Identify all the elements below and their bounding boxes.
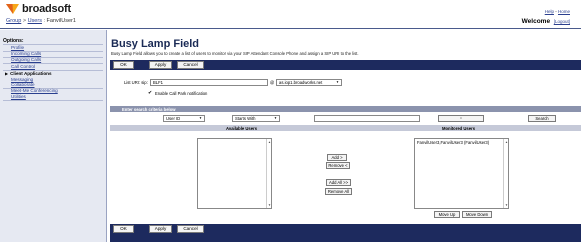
sidebar-divider [3,100,103,101]
scroll-down-icon[interactable]: ▼ [267,203,272,207]
sidebar-item-collaborate[interactable]: Collaborate [11,82,35,87]
at-sign: @ [270,80,275,85]
add-button[interactable]: Add > [327,154,347,161]
sidebar-item-meet-me-conferencing[interactable]: Meet-Me Conferencing [11,88,58,93]
search-options-button[interactable]: • [438,115,484,122]
list-uri-label: List URI: sip: [124,80,148,85]
available-users-listbox[interactable]: ▲ ▼ [197,138,272,209]
header-divider [0,28,581,29]
breadcrumb-separator: : [43,18,46,24]
available-users-label: Available Users [226,126,258,131]
help-link[interactable]: Help [545,9,554,14]
sidebar-item-outgoing-calls[interactable]: Outgoing Calls [11,57,41,62]
search-button[interactable]: Search [528,115,556,122]
list-uri-input[interactable]: BLF1 [150,79,268,86]
ok-button-top[interactable]: OK [113,61,134,69]
move-down-button[interactable]: Move Down [462,211,492,218]
search-header-label: Enter search criteria below [122,107,176,112]
checkbox-check-icon[interactable]: ✔ [148,90,152,96]
sidebar-item-client-applications[interactable]: Client Applications [5,71,51,76]
users-header-band [110,125,581,131]
footer-band [110,234,581,242]
logo-text: broadsoft [22,3,71,15]
breadcrumb-group[interactable]: Group [6,18,21,24]
add-all-button[interactable]: Add All >> [326,179,351,186]
cancel-button-bottom[interactable]: Cancel [177,225,204,233]
enable-call-park-label: Enable Call Park notification [155,91,208,96]
apply-button-bottom[interactable]: Apply [149,225,172,233]
monitored-users-scrollbar[interactable]: ▲ ▼ [503,139,508,208]
scroll-up-icon[interactable]: ▲ [267,140,272,144]
breadcrumb: Group > Users : FanvilUser1 [6,18,76,24]
search-mode-select[interactable]: Starts With [232,115,280,122]
move-up-button[interactable]: Move Up [434,211,460,218]
home-link[interactable]: Home [558,9,570,14]
scroll-down-icon[interactable]: ▼ [504,203,509,207]
welcome-label: Welcome [521,18,551,25]
welcome-area: Welcome [Logout] [522,18,570,25]
remove-all-button[interactable]: Remove All [325,188,352,195]
header-links: Help - Home [544,9,570,14]
remove-button[interactable]: Remove < [326,162,350,169]
search-header-band [110,106,581,112]
logo-mark-icon [5,3,20,15]
search-input[interactable] [314,115,420,122]
monitored-user-item[interactable]: FanvilUser3,FanvilUser3 (FanvilUser3) [415,139,508,146]
monitored-users-listbox[interactable]: FanvilUser3,FanvilUser3 (FanvilUser3) ▲ … [414,138,509,209]
search-field-select[interactable]: User ID [163,115,205,122]
domain-select[interactable]: as.iop1.broadworks.net [276,79,342,86]
breadcrumb-current-user: FanvilUser1 [46,18,76,24]
sidebar-item-call-control[interactable]: Call Control [11,64,35,69]
monitored-users-label: Monitored Users [442,126,476,131]
apply-button-top[interactable]: Apply [149,61,172,69]
breadcrumb-users[interactable]: Users [28,18,42,24]
logo: broadsoft [5,3,71,15]
breadcrumb-separator: > [22,18,27,24]
logout-link[interactable]: [Logout] [554,19,570,24]
available-users-scrollbar[interactable]: ▲ ▼ [266,139,271,208]
ok-button-bottom[interactable]: OK [113,225,134,233]
sidebar-item-incoming-calls[interactable]: Incoming Calls [11,51,41,56]
page-description: Busy Lamp Field allows you to create a l… [111,51,359,56]
scroll-up-icon[interactable]: ▲ [504,140,509,144]
sidebar-item-profile[interactable]: Profile [11,45,24,50]
cancel-button-top[interactable]: Cancel [177,61,204,69]
page-title: Busy Lamp Field [111,38,200,50]
sidebar-item-utilities[interactable]: Utilities [11,94,26,99]
